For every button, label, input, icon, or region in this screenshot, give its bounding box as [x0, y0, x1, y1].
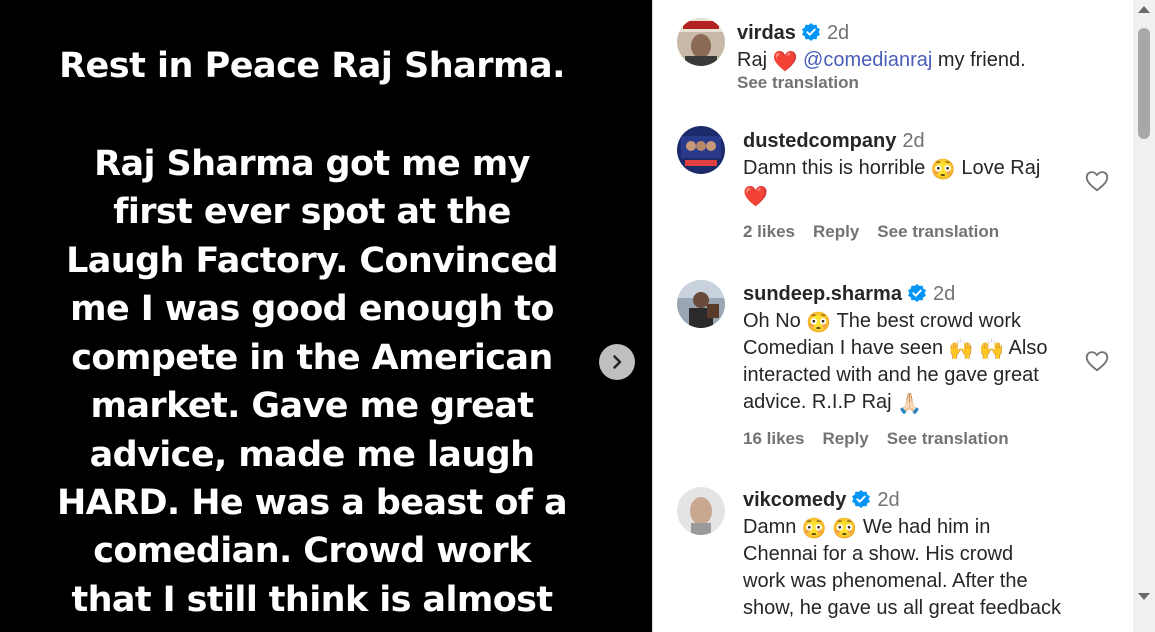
comment-time: 2d — [902, 130, 925, 152]
comment-text-part: We had him in — [862, 516, 991, 538]
comment-time: 2d — [877, 489, 900, 511]
caption-text: Raj ❤️ @comedianraj my friend. — [737, 47, 1026, 74]
avatar-dustedcompany[interactable] — [677, 126, 725, 174]
comment-text-part: The best crowd work — [836, 310, 1021, 332]
caption-time: 2d — [826, 22, 850, 44]
comment-text-part: Damn — [743, 516, 797, 538]
reply-button[interactable]: Reply — [813, 222, 859, 241]
comment-text-part: Comedian I have seen — [743, 337, 944, 359]
avatar-image — [677, 280, 725, 328]
verified-badge-icon — [907, 284, 926, 302]
see-translation-link[interactable]: See translation — [737, 73, 859, 92]
story-line: HARD. He was a beast of a — [56, 483, 568, 523]
comment-username[interactable]: sundeep.sharma — [743, 283, 902, 305]
story-line: that I still think is almost — [71, 580, 553, 620]
story-line: me I was good enough to — [70, 289, 554, 329]
caption-text-start: Raj — [737, 49, 768, 71]
reply-button[interactable]: Reply — [822, 429, 868, 448]
scroll-thumb[interactable] — [1138, 28, 1150, 139]
chevron-right-icon — [613, 355, 622, 369]
comment-text-part: Also — [1008, 337, 1048, 359]
comment-text: Damn this is horrible 😳 Love Raj — [743, 155, 1040, 182]
likes-count[interactable]: 16 likes — [743, 429, 804, 448]
comment-time: 2d — [932, 283, 956, 305]
comment-text: interacted with and he gave great — [743, 364, 1039, 386]
scroll-down-arrow-icon[interactable] — [1138, 593, 1150, 600]
comment-text: Chennai for a show. His crowd — [743, 543, 1014, 565]
heart-emoji: ❤️ — [772, 51, 798, 73]
raised-hands-emoji: 🙌 🙌 — [948, 339, 1005, 361]
see-translation-link[interactable]: See translation — [877, 222, 999, 241]
avatar-image — [677, 18, 725, 66]
mention-link[interactable]: @comedianraj — [803, 49, 932, 71]
story-line: market. Gave me great — [90, 386, 535, 426]
comment-text-part: Damn this is horrible — [743, 157, 926, 179]
comment-text-part: advice. R.I.P Raj — [743, 391, 892, 413]
avatar-virdas[interactable] — [677, 18, 725, 66]
comment-username[interactable]: vikcomedy — [743, 489, 846, 511]
flushed-emoji: 😳 — [806, 312, 832, 334]
comment-text: advice. R.I.P Raj 🙏🏻 — [743, 389, 922, 416]
avatar-vikcomedy[interactable] — [677, 487, 725, 535]
story-line: comedian. Crowd work — [93, 531, 531, 571]
flushed-emoji: 😳 😳 — [801, 518, 858, 540]
see-translation-link[interactable]: See translation — [887, 429, 1009, 448]
comments-panel[interactable]: virdas 2d Raj ❤️ @comedianraj my friend. … — [653, 0, 1133, 632]
story-line: Raj Sharma got me my — [94, 144, 530, 184]
verified-badge-icon — [801, 23, 820, 41]
avatar-sundeep-sharma[interactable] — [677, 280, 725, 328]
heart-outline-icon[interactable] — [1084, 168, 1110, 194]
comment-text: Oh No 😳 The best crowd work — [743, 308, 1021, 335]
comments-scrollbar[interactable] — [1133, 0, 1155, 632]
story-line: first ever spot at the — [113, 192, 511, 232]
heart-emoji: ❤️ — [743, 186, 768, 208]
comment-text-part: Oh No — [743, 310, 801, 332]
comment-text-part: Love Raj — [961, 157, 1041, 179]
story-line: compete in the American — [71, 338, 553, 378]
verified-badge-icon — [852, 490, 871, 508]
flushed-emoji: 😳 — [930, 159, 956, 181]
avatar-image — [677, 487, 725, 535]
caption-text-end: my friend. — [937, 49, 1026, 71]
comment-text: show, he gave us all great feedback — [743, 597, 1061, 619]
comment-text: Comedian I have seen 🙌 🙌 Also — [743, 335, 1047, 362]
heart-outline-icon[interactable] — [1084, 348, 1110, 374]
comment-text: Damn 😳 😳 We had him in — [743, 514, 990, 541]
caption-username[interactable]: virdas — [737, 22, 796, 44]
likes-count[interactable]: 2 likes — [743, 222, 795, 241]
story-image: Rest in Peace Raj Sharma. Raj Sharma got… — [0, 0, 652, 632]
next-slide-button[interactable] — [599, 344, 635, 380]
story-line: Laugh Factory. Convinced — [66, 241, 558, 281]
story-line: advice, made me laugh — [89, 435, 535, 475]
comment-username[interactable]: dustedcompany — [743, 130, 896, 152]
scroll-up-arrow-icon[interactable] — [1138, 6, 1150, 13]
folded-hands-emoji: 🙏🏻 — [897, 393, 923, 415]
comment-text: work was phenomenal. After the — [743, 570, 1028, 592]
avatar-image — [677, 126, 725, 174]
story-title: Rest in Peace Raj Sharma. — [59, 46, 565, 86]
